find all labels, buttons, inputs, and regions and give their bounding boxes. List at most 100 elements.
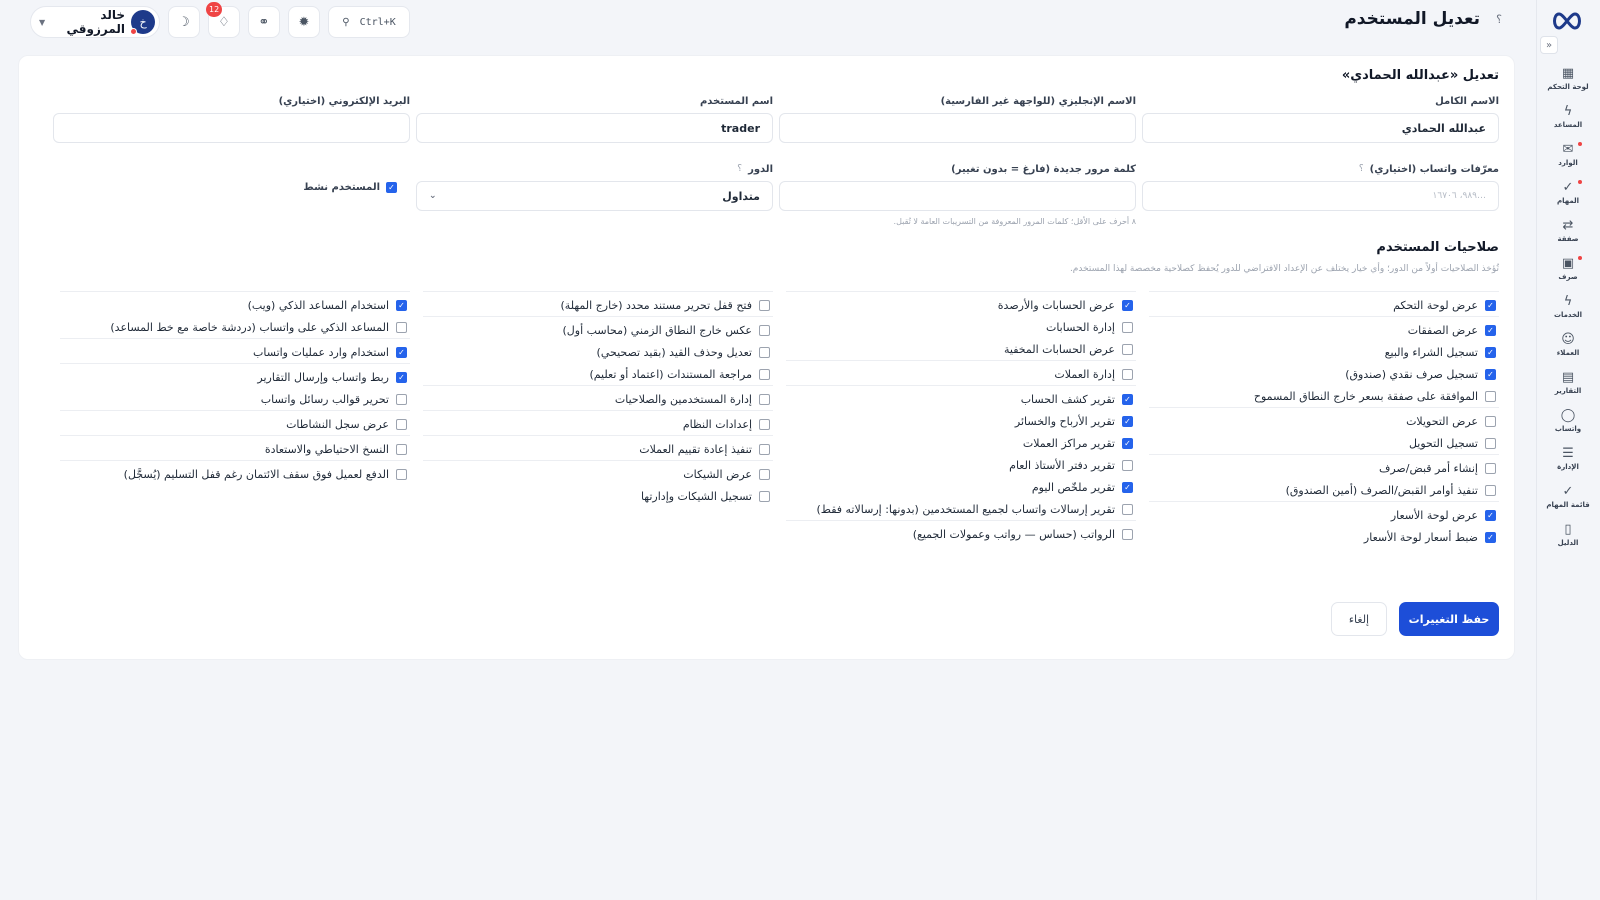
sidebar-item[interactable]: ⇄ صفقة [1538, 214, 1598, 248]
permission-item[interactable]: الدفع لعميل فوق سقف الائتمان رغم قفل الت… [60, 463, 410, 485]
permission-item[interactable]: تقرير مراكز العملات [786, 432, 1136, 454]
save-button[interactable]: حفظ التغييرات [1399, 602, 1499, 636]
permission-item[interactable]: تقرير الأرباح والخسائر [786, 410, 1136, 432]
password-input[interactable] [779, 181, 1136, 211]
sidebar-item[interactable]: ✉ الوارد [1538, 138, 1598, 172]
sidebar-item[interactable]: ▦ لوحة التحكم [1538, 62, 1598, 96]
permission-item[interactable]: إدارة الحسابات [786, 316, 1136, 338]
permission-checkbox[interactable] [759, 299, 770, 311]
permission-item[interactable]: عرض الحسابات والأرصدة [786, 294, 1136, 316]
help-icon[interactable]: ؟ [1359, 164, 1364, 174]
permission-checkbox[interactable] [1485, 437, 1496, 449]
permission-item[interactable]: استخدام وارد عمليات واتساب [60, 341, 410, 363]
active-user-checkbox[interactable] [386, 182, 397, 193]
permission-item[interactable]: تنفيذ إعادة تقييم العملات [423, 438, 773, 460]
sidebar-item[interactable]: ☺ العملاء [1538, 328, 1598, 362]
permission-item[interactable]: تقرير إرسالات واتساب لجميع المستخدمين (ب… [786, 498, 1136, 520]
active-user-toggle[interactable]: المستخدم نشط [303, 182, 397, 193]
user-menu[interactable]: خ خالد المرزوقي ▼ [30, 6, 160, 38]
permission-item[interactable]: ضبط أسعار لوحة الأسعار [1149, 526, 1499, 548]
permission-item[interactable]: النسخ الاحتياطي والاستعادة [60, 438, 410, 460]
permission-checkbox[interactable] [396, 393, 407, 405]
help-icon[interactable]: ؟ [1496, 13, 1502, 26]
permission-item[interactable]: تنفيذ أوامر القبض/الصرف (أمين الصندوق) [1149, 479, 1499, 501]
permission-checkbox[interactable] [759, 490, 770, 502]
permission-item[interactable]: عرض الحسابات المخفية [786, 338, 1136, 360]
sidebar-item[interactable]: ◯ واتساب [1538, 404, 1598, 438]
permission-checkbox[interactable] [759, 393, 770, 405]
permission-checkbox[interactable] [396, 468, 407, 480]
bug-report-button[interactable]: ✹ [288, 6, 320, 38]
permission-checkbox[interactable] [1485, 390, 1496, 402]
permission-item[interactable]: تحرير قوالب رسائل واتساب [60, 388, 410, 410]
notifications-button[interactable]: ♢ 12 [206, 2, 240, 38]
permission-checkbox[interactable] [759, 324, 770, 336]
permission-item[interactable]: تسجيل صرف نقدي (صندوق) [1149, 363, 1499, 385]
permission-checkbox[interactable] [1122, 321, 1133, 333]
permission-item[interactable]: عرض الصفقات [1149, 319, 1499, 341]
username-input[interactable]: trader [416, 113, 773, 143]
email-input[interactable] [53, 113, 410, 143]
permission-checkbox[interactable] [1485, 462, 1496, 474]
sidebar-item[interactable]: ▯ الدليل [1538, 518, 1598, 552]
permission-checkbox[interactable] [1122, 415, 1133, 427]
permission-item[interactable]: عرض لوحة الأسعار [1149, 504, 1499, 526]
permission-checkbox[interactable] [1122, 368, 1133, 380]
permission-item[interactable]: الرواتب (حساس — رواتب وعمولات الجميع) [786, 523, 1136, 545]
permission-checkbox[interactable] [396, 346, 407, 358]
sidebar-item[interactable]: ✓ قائمة المهام [1538, 480, 1598, 514]
permission-checkbox[interactable] [759, 346, 770, 358]
sidebar-item[interactable]: ▣ صرف [1538, 252, 1598, 286]
permission-item[interactable]: عكس خارج النطاق الزمني (محاسب أول) [423, 319, 773, 341]
search-button[interactable]: ⚲ Ctrl+K [328, 6, 410, 38]
sidebar-item[interactable]: ✓ المهام [1538, 176, 1598, 210]
permission-checkbox[interactable] [396, 443, 407, 455]
sidebar-item[interactable]: ☰ الإدارة [1538, 442, 1598, 476]
permission-checkbox[interactable] [396, 299, 407, 311]
link-button[interactable]: ⚭ [248, 6, 280, 38]
permission-item[interactable]: تقرير ملخّص اليوم [786, 476, 1136, 498]
permission-item[interactable]: المساعد الذكي على واتساب (دردشة خاصة مع … [60, 316, 410, 338]
permission-item[interactable]: الموافقة على صفقة بسعر خارج النطاق المسم… [1149, 385, 1499, 407]
permission-item[interactable]: تقرير كشف الحساب [786, 388, 1136, 410]
permission-checkbox[interactable] [1485, 299, 1496, 311]
permission-checkbox[interactable] [759, 368, 770, 380]
permission-item[interactable]: تعديل وحذف القيد (بقيد تصحيحي) [423, 341, 773, 363]
permission-checkbox[interactable] [1122, 393, 1133, 405]
permission-checkbox[interactable] [1485, 324, 1496, 336]
permission-item[interactable]: إنشاء أمر قبض/صرف [1149, 457, 1499, 479]
permission-item[interactable]: تسجيل الشراء والبيع [1149, 341, 1499, 363]
permission-checkbox[interactable] [1485, 484, 1496, 496]
logo-icon[interactable] [1550, 10, 1584, 32]
permission-item[interactable]: ربط واتساب وإرسال التقارير [60, 366, 410, 388]
permission-checkbox[interactable] [759, 418, 770, 430]
sidebar-item[interactable]: ϟ الخدمات [1538, 290, 1598, 324]
permission-item[interactable]: عرض التحويلات [1149, 410, 1499, 432]
permission-checkbox[interactable] [1122, 481, 1133, 493]
permission-item[interactable]: إعدادات النظام [423, 413, 773, 435]
permission-checkbox[interactable] [1122, 437, 1133, 449]
sidebar-item[interactable]: ▤ التقارير [1538, 366, 1598, 400]
permission-checkbox[interactable] [759, 443, 770, 455]
permission-checkbox[interactable] [1485, 346, 1496, 358]
permission-checkbox[interactable] [1122, 528, 1133, 540]
permission-checkbox[interactable] [396, 321, 407, 333]
permission-item[interactable]: إدارة المستخدمين والصلاحيات [423, 388, 773, 410]
permission-checkbox[interactable] [1485, 509, 1496, 521]
permission-item[interactable]: تسجيل التحويل [1149, 432, 1499, 454]
cancel-button[interactable]: إلغاء [1331, 602, 1387, 636]
permission-checkbox[interactable] [1122, 343, 1133, 355]
permission-item[interactable]: مراجعة المستندات (اعتماد أو تعليم) [423, 363, 773, 385]
permission-checkbox[interactable] [396, 418, 407, 430]
permission-item[interactable]: عرض الشيكات [423, 463, 773, 485]
permission-item[interactable]: فتح قفل تحرير مستند محدد (خارج المهلة) [423, 294, 773, 316]
permission-checkbox[interactable] [1485, 368, 1496, 380]
english-name-input[interactable] [779, 113, 1136, 143]
full-name-input[interactable]: عبدالله الحمادي [1142, 113, 1499, 143]
whatsapp-ids-input[interactable]: …٩٨٩، ١٦٧٠٦ [1142, 181, 1499, 211]
theme-toggle-button[interactable]: ☽ [168, 6, 200, 38]
permission-item[interactable]: تسجيل الشيكات وإدارتها [423, 485, 773, 507]
permission-checkbox[interactable] [1485, 531, 1496, 543]
permission-checkbox[interactable] [1122, 299, 1133, 311]
permission-checkbox[interactable] [396, 371, 407, 383]
